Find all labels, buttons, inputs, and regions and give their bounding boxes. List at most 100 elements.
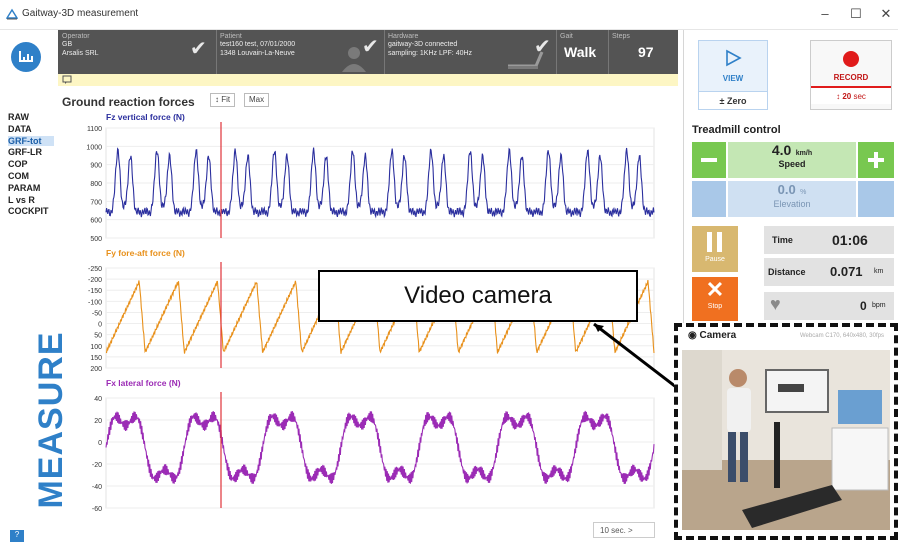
y-tick-label: 20 bbox=[94, 418, 102, 425]
camera-radio-icon: ◉ bbox=[688, 330, 697, 341]
distance-display: Distance 0.071 km bbox=[764, 258, 894, 286]
view-label: VIEW bbox=[722, 74, 744, 83]
max-button[interactable]: Max bbox=[244, 93, 270, 107]
record-button[interactable]: RECORD ↕ 20 sec bbox=[810, 40, 892, 110]
divider bbox=[608, 30, 609, 74]
y-tick-label: 100 bbox=[90, 344, 102, 351]
time-window-arrow-icon: > bbox=[628, 526, 633, 535]
steps-count: 97 bbox=[638, 44, 654, 60]
steps-label: Steps bbox=[612, 33, 630, 40]
y-tick-label: 40 bbox=[94, 396, 102, 403]
minimize-button[interactable]: – bbox=[815, 6, 835, 21]
max-label: Max bbox=[249, 95, 265, 104]
time-window-selector[interactable]: 10 sec. > bbox=[593, 522, 655, 538]
speed-decrease-button[interactable] bbox=[692, 142, 726, 178]
time-label: Time bbox=[772, 235, 793, 245]
gait-label: Gait bbox=[560, 33, 573, 40]
speed-unit: km/h bbox=[795, 150, 813, 157]
speed-value: 4.0 bbox=[771, 142, 792, 158]
plot-area bbox=[105, 397, 655, 509]
nav-item-grf-lr[interactable]: GRF-LR bbox=[8, 147, 42, 157]
heart-rate-display: ♥ 0 bpm bbox=[764, 292, 894, 320]
note-icon bbox=[62, 75, 72, 84]
nav-item-com[interactable]: COM bbox=[8, 171, 29, 181]
y-tick-label: -20 bbox=[92, 462, 102, 469]
distance-label: Distance bbox=[768, 267, 806, 277]
elevation-decrease-button[interactable] bbox=[692, 181, 726, 217]
y-tick-label: 50 bbox=[94, 333, 102, 340]
divider bbox=[216, 30, 217, 74]
elevation-label: Elevation bbox=[773, 199, 811, 209]
gait-value: Walk bbox=[564, 44, 597, 60]
y-tick-label: 1000 bbox=[86, 144, 102, 151]
y-tick-label: 1100 bbox=[87, 126, 102, 133]
y-tick-label: 500 bbox=[90, 236, 102, 243]
speed-increase-button[interactable] bbox=[858, 142, 894, 178]
zero-button[interactable]: ± Zero bbox=[699, 91, 767, 109]
y-tick-label: 150 bbox=[90, 355, 102, 362]
video-camera-annotation: Video camera bbox=[318, 270, 638, 322]
nav-item-data[interactable]: DATA bbox=[8, 124, 32, 134]
nav-item-cop[interactable]: COP bbox=[8, 159, 28, 169]
treadmill-control-title: Treadmill control bbox=[692, 124, 781, 136]
stepper-icon: ↕ bbox=[836, 92, 841, 101]
play-icon bbox=[726, 49, 742, 67]
elevation-unit: % bbox=[800, 189, 807, 196]
app-logo-icon[interactable] bbox=[11, 42, 41, 72]
hardware-label: Hardware bbox=[388, 33, 419, 40]
operator-check-icon: ✔ bbox=[190, 38, 207, 60]
nav-item-param[interactable]: PARAM bbox=[8, 183, 40, 193]
hardware-check-icon: ✔ bbox=[534, 36, 551, 58]
camera-video-feed bbox=[682, 350, 890, 530]
fit-button[interactable]: ↕ Fit bbox=[210, 93, 236, 107]
elevation-value: 0.0 bbox=[777, 182, 796, 197]
grf-panel-title: Ground reaction forces bbox=[62, 95, 195, 109]
patient-label: Patient bbox=[220, 33, 242, 40]
view-button[interactable]: VIEW ± Zero bbox=[698, 40, 768, 110]
chart-title: Fx lateral force (N) bbox=[106, 378, 181, 388]
y-tick-label: -250 bbox=[88, 266, 102, 273]
distance-value: 0.071 bbox=[830, 264, 863, 279]
title-bar: Gaitway-3D measurement – ☐ ✕ bbox=[0, 0, 898, 30]
y-tick-label: -50 bbox=[92, 310, 102, 317]
help-button[interactable]: ? bbox=[10, 530, 24, 542]
record-label: RECORD bbox=[833, 73, 869, 82]
elevation-increase-button[interactable] bbox=[858, 181, 894, 217]
stop-icon: ✕ bbox=[705, 277, 725, 302]
notes-bar[interactable] bbox=[58, 74, 678, 86]
record-duration: 20 bbox=[842, 92, 852, 101]
close-button[interactable]: ✕ bbox=[876, 6, 896, 22]
y-tick-label: 200 bbox=[90, 366, 102, 373]
session-info-bar: Operator GB Arsalis SRL ✔ Patient test16… bbox=[58, 30, 678, 74]
minus-icon bbox=[701, 158, 717, 162]
divider bbox=[556, 30, 557, 74]
steps-section: Steps 97 bbox=[612, 33, 654, 60]
record-unit: sec bbox=[853, 92, 866, 101]
chart-title: Fz vertical force (N) bbox=[106, 112, 185, 122]
zero-label: Zero bbox=[726, 96, 747, 106]
stop-button[interactable]: ✕ Stop bbox=[692, 277, 738, 321]
fit-icon: ↕ bbox=[215, 95, 219, 104]
distance-unit: km bbox=[874, 268, 884, 275]
pause-button[interactable]: Pause bbox=[692, 226, 738, 272]
gait-section[interactable]: Gait Walk bbox=[560, 33, 596, 60]
nav-item-cockpit[interactable]: COCKPIT bbox=[8, 206, 49, 216]
y-tick-label: -60 bbox=[92, 506, 102, 513]
y-tick-label: -100 bbox=[88, 299, 102, 306]
record-duration-stepper[interactable]: ↕ 20 sec bbox=[811, 86, 891, 104]
time-window-label: 10 sec. bbox=[600, 526, 626, 535]
window-title: Gaitway-3D measurement bbox=[22, 8, 139, 19]
nav-item-grf-tot[interactable]: GRF-tot bbox=[8, 135, 54, 146]
y-tick-label: 700 bbox=[90, 199, 102, 206]
maximize-button[interactable]: ☐ bbox=[846, 6, 866, 22]
speed-label: Speed bbox=[778, 159, 806, 169]
patient-check-icon: ✔ bbox=[362, 36, 379, 58]
zero-icon: ± bbox=[719, 96, 725, 106]
app-icon bbox=[6, 8, 18, 20]
nav-item-l-vs-r[interactable]: L vs R bbox=[8, 195, 35, 205]
camera-title: Camera bbox=[699, 330, 737, 341]
y-tick-label: 600 bbox=[90, 218, 102, 225]
heart-rate-value: 0 bbox=[860, 299, 867, 313]
nav-item-raw[interactable]: RAW bbox=[8, 112, 29, 122]
heart-rate-unit: bpm bbox=[872, 302, 886, 309]
